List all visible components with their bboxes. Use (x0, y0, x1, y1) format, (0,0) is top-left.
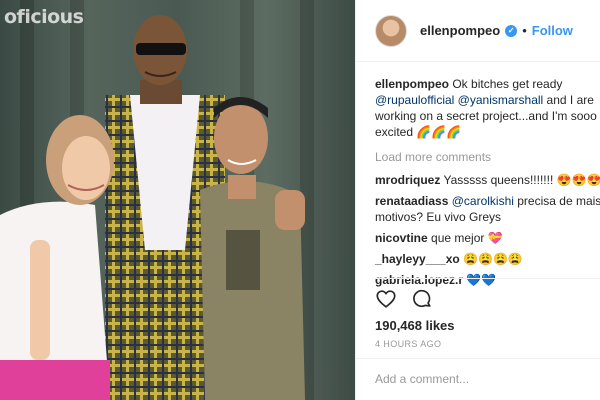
caption-text: working on a secret project...and I'm so… (375, 109, 597, 123)
avatar[interactable] (375, 14, 407, 47)
comment-mention[interactable]: @carolkishi (448, 194, 514, 208)
post-photo[interactable]: oficious (0, 0, 355, 400)
likes-count[interactable]: 190,468 likes (375, 318, 455, 333)
caption-mention[interactable]: @rupaulofficial (375, 93, 454, 107)
person-left (0, 115, 114, 400)
photo-subjects (0, 15, 305, 400)
caption-username[interactable]: ellenpompeo (375, 77, 449, 91)
caption-text: and I are (543, 93, 594, 107)
comments-section: ellenpompeo Ok bitches get ready @rupaul… (375, 76, 600, 293)
comment-text: precisa de mais (513, 194, 600, 208)
comment-item: mrodriquez Yasssss queens!!!!!!! 😍😍😍😍 (375, 172, 600, 188)
comment-username[interactable]: _hayleyy___xo (375, 252, 460, 266)
post-header: ellenpompeo ✓ • Follow (356, 0, 600, 62)
follow-button[interactable]: Follow (532, 23, 573, 38)
load-more-comments-link[interactable]: Load more comments (375, 149, 600, 165)
comment-text: 💙💙 (463, 273, 497, 287)
post-actions (375, 288, 433, 310)
comment-text: Yasssss queens!!!!!!! 😍😍😍😍 (440, 173, 600, 187)
add-comment-input[interactable] (375, 370, 590, 388)
caption-text: Ok bitches get ready (449, 77, 563, 91)
comment-text: 😩😩😩😩 (459, 252, 523, 266)
comment-item: _hayleyy___xo 😩😩😩😩 (375, 251, 600, 267)
post-caption: ellenpompeo Ok bitches get ready @rupaul… (375, 76, 600, 140)
post-author-username[interactable]: ellenpompeo (420, 23, 500, 38)
speech-bubble-icon[interactable] (411, 288, 433, 310)
comment-item: gabriela.lopez.r 💙💙 (375, 272, 600, 288)
comment-text: motivos? Eu vivo Greys (375, 210, 502, 224)
post-timestamp: 4 HOURS AGO (375, 339, 442, 349)
comment-username[interactable]: renataadiass (375, 194, 448, 208)
comment-username[interactable]: gabriela.lopez.r (375, 273, 463, 287)
caption-text: excited 🌈🌈🌈 (375, 125, 462, 139)
heart-icon[interactable] (375, 288, 397, 310)
comment-item: nicovtine que mejor 💝 (375, 230, 600, 246)
photo-watermark: oficious (4, 6, 84, 28)
separator-dot: • (522, 23, 527, 38)
actions-divider (375, 278, 600, 279)
verified-badge-icon: ✓ (505, 24, 518, 37)
caption-mention[interactable]: @yanismarshall (454, 93, 544, 107)
comment-text: que mejor 💝 (427, 231, 503, 245)
comment-username[interactable]: mrodriquez (375, 173, 440, 187)
comment-box-divider (356, 358, 600, 359)
comment-username[interactable]: nicovtine (375, 231, 428, 245)
comment-item: renataadiass @carolkishi precisa de mais… (375, 193, 600, 225)
person-right (200, 97, 305, 400)
